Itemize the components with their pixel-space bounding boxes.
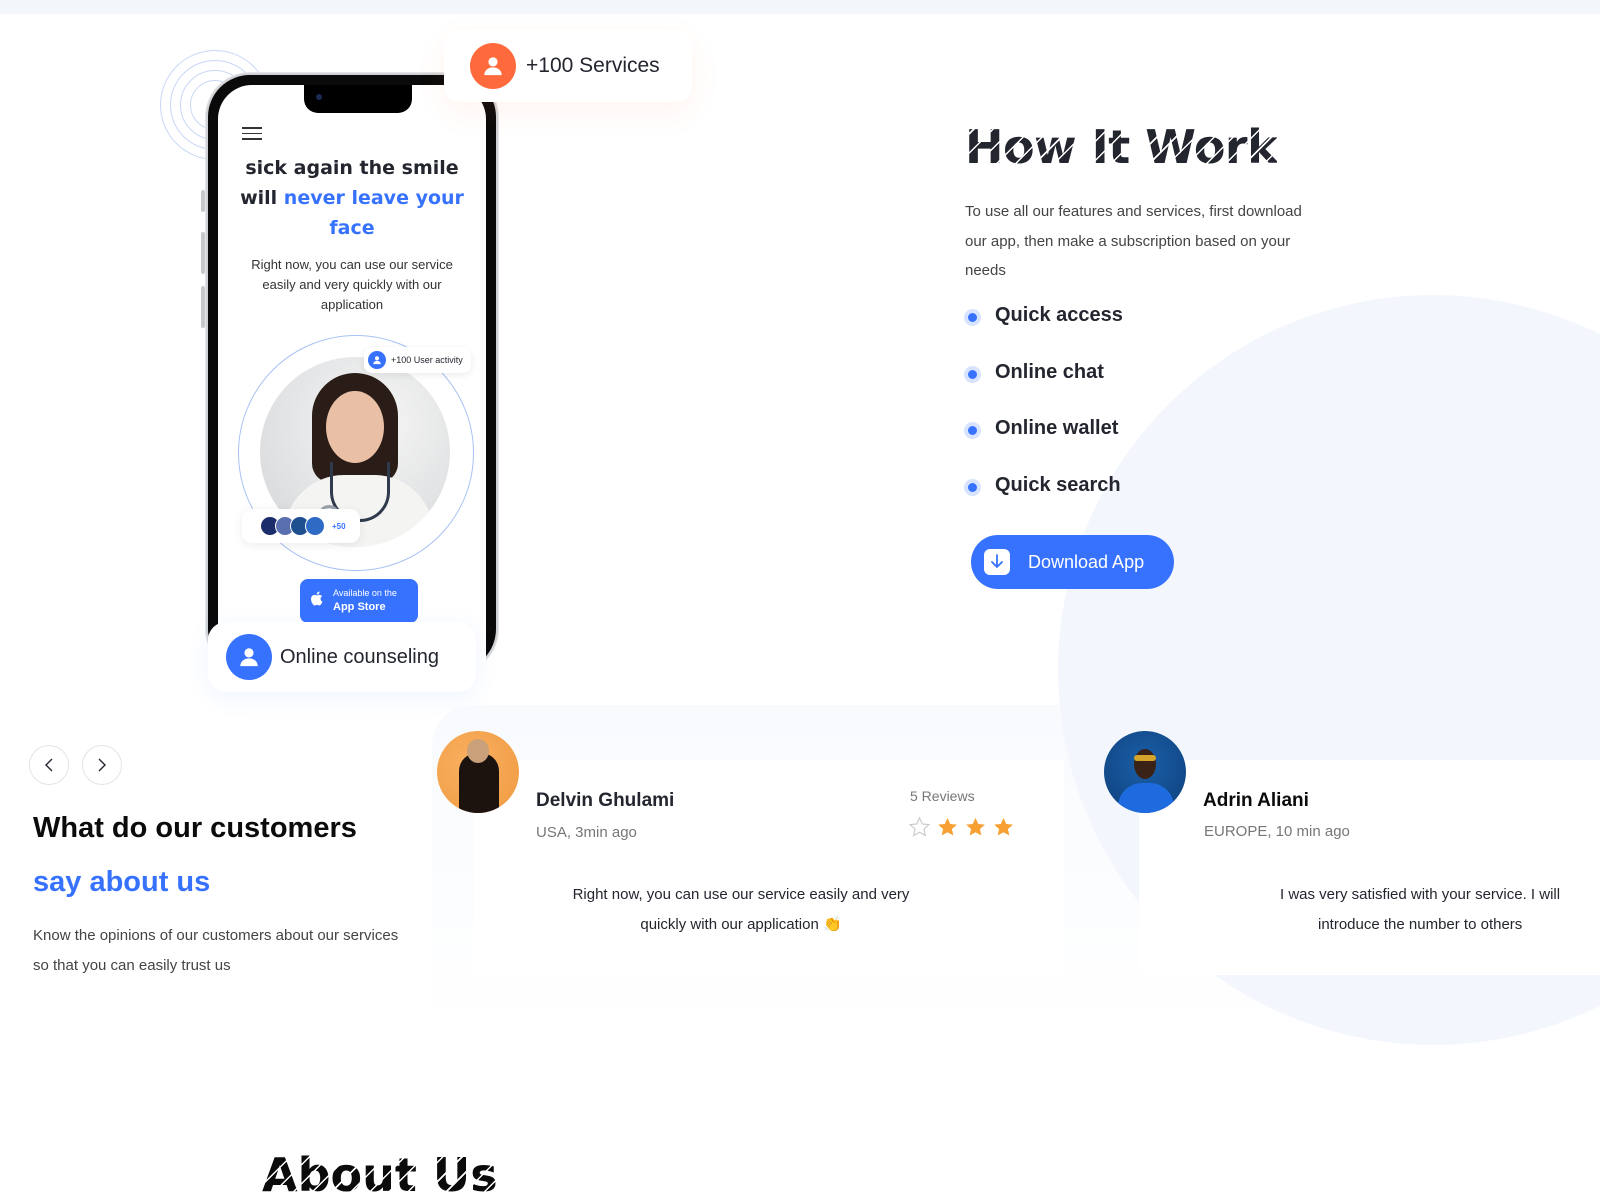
chevron-right-icon xyxy=(98,758,106,772)
phone-side-button xyxy=(201,286,205,328)
user-icon xyxy=(226,634,272,680)
app-store-small-label: Available on the xyxy=(333,588,397,598)
apple-icon xyxy=(310,591,323,611)
phone-side-button xyxy=(201,190,205,212)
feature-label: Quick access xyxy=(995,304,1123,326)
phone-side-button xyxy=(201,232,205,274)
phone-hero-title: sick again the smile will never leave yo… xyxy=(218,153,486,243)
reviewer-meta: EUROPE, 10 min ago xyxy=(1204,823,1350,840)
feature-list: Quick access Online chat Online wallet Q… xyxy=(964,304,1123,530)
how-it-work-title: How It Work xyxy=(965,120,1278,174)
avatar xyxy=(305,516,325,536)
online-counseling-card: Online counseling xyxy=(208,622,476,692)
rating-stars xyxy=(908,816,1015,839)
phone-hero-title-blue: never leave your face xyxy=(283,187,464,239)
star-filled-icon xyxy=(994,817,1013,836)
testimonials-description: Know the opinions of our customers about… xyxy=(33,927,399,974)
about-us-title: About Us xyxy=(262,1148,498,1200)
review-text: Right now, you can use our service easil… xyxy=(572,886,910,933)
chevron-left-icon xyxy=(45,758,53,772)
app-store-label: App Store xyxy=(333,601,386,613)
feature-label: Quick search xyxy=(995,473,1121,496)
review-text: I was very satisfied with your service. … xyxy=(1280,880,1600,939)
feature-item: Quick access xyxy=(964,304,1123,361)
phone-screen: sick again the smile will never leave yo… xyxy=(218,85,486,671)
app-store-button[interactable]: Available on the App Store xyxy=(300,579,418,623)
feature-item: Quick search xyxy=(964,474,1123,531)
next-button[interactable] xyxy=(82,745,122,785)
user-activity-badge: +100 User activity xyxy=(364,347,471,373)
testimonials-title-highlight: say about us xyxy=(33,866,211,898)
services-label: +100 Services xyxy=(526,54,660,77)
star-filled-icon xyxy=(966,817,985,836)
download-app-label: Download App xyxy=(1028,551,1145,572)
online-counseling-label: Online counseling xyxy=(280,645,439,668)
phone-hero-description: Right now, you can use our service easil… xyxy=(251,257,453,312)
bullet-dot-icon xyxy=(964,478,981,496)
bullet-dot-icon xyxy=(964,309,981,326)
top-strip xyxy=(0,0,1600,14)
avatars-more-count: +50 xyxy=(332,521,346,531)
star-empty-icon xyxy=(908,816,931,837)
testimonials-title: What do our customers xyxy=(33,812,357,844)
feature-item: Online chat xyxy=(964,361,1123,418)
avatar-group: +50 xyxy=(242,509,360,543)
services-card: +100 Services xyxy=(444,30,692,102)
phone-mockup: sick again the smile will never leave yo… xyxy=(206,73,498,673)
star-filled-icon xyxy=(938,817,957,836)
camera-icon xyxy=(316,94,322,100)
reviewer-meta: USA, 3min ago xyxy=(536,824,637,841)
hamburger-icon[interactable] xyxy=(242,127,262,141)
user-icon xyxy=(470,43,516,89)
feature-item: Online wallet xyxy=(964,417,1123,474)
bullet-dot-icon xyxy=(964,365,981,383)
reviewer-avatar xyxy=(1104,731,1186,813)
review-text-content: I was very satisfied with your service. … xyxy=(1280,886,1561,933)
reviewer-avatar xyxy=(437,731,519,813)
feature-label: Online wallet xyxy=(995,417,1119,439)
download-icon xyxy=(984,549,1010,575)
download-app-button[interactable]: Download App xyxy=(971,535,1174,589)
user-activity-label: +100 User activity xyxy=(391,355,463,365)
reviewer-name: Adrin Aliani xyxy=(1203,790,1309,811)
reviewer-name: Delvin Ghulami xyxy=(536,790,675,811)
prev-button[interactable] xyxy=(29,745,69,785)
how-it-work-description: To use all our features and services, fi… xyxy=(965,203,1302,279)
feature-label: Online chat xyxy=(995,360,1104,383)
reviews-count: 5 Reviews xyxy=(910,788,975,804)
user-icon xyxy=(368,351,386,369)
bullet-dot-icon xyxy=(964,422,981,439)
phone-notch xyxy=(304,85,412,113)
